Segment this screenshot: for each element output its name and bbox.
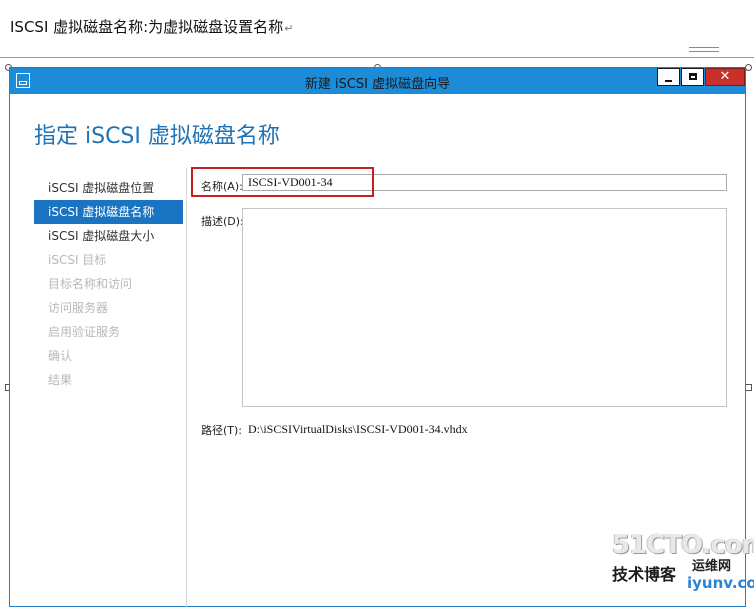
maximize-icon [688, 73, 697, 80]
minimize-button[interactable] [657, 68, 680, 86]
description-textarea[interactable] [242, 208, 727, 407]
minimize-icon [665, 80, 672, 82]
ruler-mark [689, 47, 719, 48]
window-title: 新建 iSCSI 虚拟磁盘向导 [304, 77, 451, 92]
watermark-url: iyunv.com [687, 574, 754, 592]
step-disk-size[interactable]: iSCSI 虚拟磁盘大小 [34, 224, 183, 248]
ruler-mark [689, 51, 719, 52]
image-frame-top-line [0, 57, 754, 58]
document-caption: ISCSI 虚拟磁盘名称:为虚拟磁盘设置名称↵ [10, 16, 293, 37]
site-watermark: 51CTO.com 技术博客 运维网 iyunv.com [610, 530, 754, 599]
watermark-line1: 技术博客 [612, 565, 677, 584]
step-access-servers: 访问服务器 [48, 301, 109, 315]
maximize-button[interactable] [681, 68, 704, 86]
watermark-logo: 51CTO.com [612, 530, 754, 560]
document-caption-text: ISCSI 虚拟磁盘名称:为虚拟磁盘设置名称 [10, 18, 284, 36]
step-confirmation: 确认 [48, 349, 73, 363]
nav-divider [186, 168, 187, 608]
wizard-step-list: iSCSI 虚拟磁盘位置 iSCSI 虚拟磁盘名称 iSCSI 虚拟磁盘大小 i… [34, 176, 183, 392]
step-disk-name[interactable]: iSCSI 虚拟磁盘名称 [34, 200, 183, 224]
close-button[interactable]: ✕ [705, 68, 745, 86]
page-title: 指定 iSCSI 虚拟磁盘名称 [34, 124, 280, 149]
step-results: 结果 [48, 373, 73, 387]
wizard-window: 新建 iSCSI 虚拟磁盘向导 ✕ 指定 iSCSI 虚拟磁盘名称 iSCSI … [9, 67, 746, 608]
annotation-highlight-box [191, 167, 374, 197]
title-bar[interactable]: 新建 iSCSI 虚拟磁盘向导 ✕ [10, 68, 745, 94]
step-iscsi-target: iSCSI 目标 [48, 253, 107, 267]
path-label: 路径(T): [201, 424, 243, 437]
paragraph-mark-icon: ↵ [284, 22, 294, 35]
step-enable-authentication: 启用验证服务 [48, 325, 121, 339]
resize-handle-middle-right[interactable] [745, 384, 752, 391]
step-target-name-access: 目标名称和访问 [48, 277, 133, 291]
step-disk-location[interactable]: iSCSI 虚拟磁盘位置 [34, 176, 183, 200]
path-value: D:\iSCSIVirtualDisks\ISCSI-VD001-34.vhdx [248, 422, 468, 436]
resize-handle-top-right[interactable] [745, 64, 752, 71]
close-icon: ✕ [719, 69, 731, 84]
watermark-line2: 运维网 [692, 559, 732, 574]
description-label: 描述(D): [201, 215, 244, 228]
